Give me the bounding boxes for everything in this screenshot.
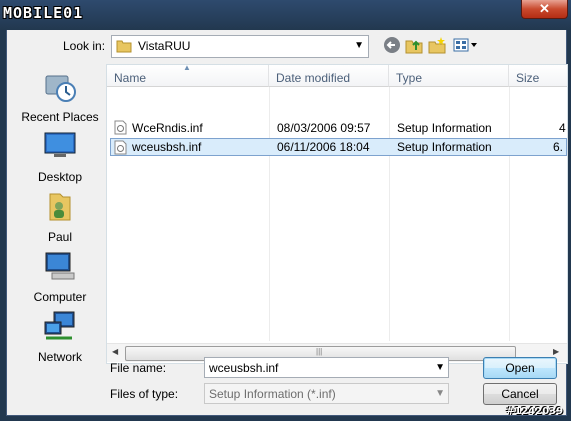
date-cell: 08/03/2006 09:57 (277, 121, 371, 135)
setup-file-icon (114, 120, 127, 135)
folder-icon (116, 40, 132, 53)
scroll-right-icon[interactable]: ▶ (553, 347, 559, 356)
file-list[interactable]: Name ▲ Date modified Type Size WceRndis.… (106, 63, 571, 364)
network-icon (44, 311, 75, 340)
file-type-dropdown[interactable]: Setup Information (*.inf) ▼ (204, 383, 449, 404)
table-row[interactable]: WceRndis.inf 08/03/2006 09:57 Setup Info… (110, 119, 571, 137)
place-desktop[interactable]: Desktop (14, 128, 106, 184)
setup-file-icon (114, 140, 127, 155)
open-file-dialog: MOBILE01 ✕ Look in: VistaRUU ▼ Recent Pl… (0, 0, 571, 421)
place-label: Paul (47, 230, 73, 244)
place-paul[interactable]: Paul (14, 188, 106, 244)
places-bar: Recent Places Desktop Paul Computer Netw… (14, 64, 106, 364)
file-name-cell: wceusbsh.inf (132, 140, 202, 154)
place-computer[interactable]: Computer (14, 248, 106, 304)
watermark-id: #1242039 (506, 406, 564, 417)
date-cell: 06/11/2006 18:04 (277, 140, 370, 154)
desktop-icon (44, 132, 76, 157)
file-name-field[interactable]: wceusbsh.inf ▼ (204, 357, 449, 378)
recent-places-icon (45, 75, 76, 102)
file-name-cell: WceRndis.inf (132, 121, 203, 135)
place-recent-places[interactable]: Recent Places (14, 68, 106, 124)
look-in-label: Look in: (63, 39, 106, 53)
place-network[interactable]: Network (14, 308, 106, 364)
new-folder-icon[interactable] (428, 36, 446, 54)
back-icon[interactable] (383, 36, 401, 54)
scroll-left-icon[interactable]: ◀ (112, 347, 118, 356)
place-label: Desktop (37, 170, 83, 184)
views-menu-icon[interactable] (453, 36, 479, 54)
sort-ascending-icon: ▲ (183, 63, 191, 72)
up-folder-icon[interactable] (405, 36, 423, 54)
file-type-value: Setup Information (*.inf) (209, 387, 336, 401)
size-cell: 6. (553, 140, 564, 154)
file-name-label: File name: (110, 361, 167, 375)
column-header-name[interactable]: Name ▲ (107, 63, 269, 87)
dialog-body: Look in: VistaRUU ▼ Recent Places Deskto… (6, 30, 571, 416)
size-cell: 4 (559, 121, 566, 135)
place-label: Network (37, 350, 82, 364)
type-cell: Setup Information (397, 121, 492, 135)
look-in-value: VistaRUU (138, 39, 191, 53)
place-label: Computer (33, 290, 87, 304)
place-label: Recent Places (21, 110, 99, 124)
mobile01-watermark-logo: MOBILE01 (3, 4, 84, 22)
chevron-down-icon[interactable]: ▼ (435, 362, 445, 373)
user-folder-icon (49, 193, 71, 221)
title-bar[interactable]: MOBILE01 ✕ (0, 0, 571, 30)
table-row-selected[interactable]: wceusbsh.inf 06/11/2006 18:04 Setup Info… (110, 138, 567, 156)
file-name-value: wceusbsh.inf (209, 361, 279, 375)
open-button[interactable]: Open (483, 357, 557, 379)
look-in-dropdown[interactable]: VistaRUU ▼ (111, 35, 369, 58)
column-header-date-modified[interactable]: Date modified (269, 65, 389, 87)
chevron-down-icon: ▼ (435, 388, 445, 399)
close-button[interactable]: ✕ (521, 0, 568, 19)
column-header-type[interactable]: Type (389, 65, 509, 87)
computer-icon (45, 252, 75, 280)
column-header-size[interactable]: Size (509, 65, 567, 87)
grip-icon: ||| (316, 347, 323, 356)
cancel-button[interactable]: Cancel (483, 383, 557, 405)
type-cell: Setup Information (397, 140, 492, 154)
file-type-label: Files of type: (110, 387, 179, 401)
chevron-down-icon: ▼ (354, 40, 364, 51)
